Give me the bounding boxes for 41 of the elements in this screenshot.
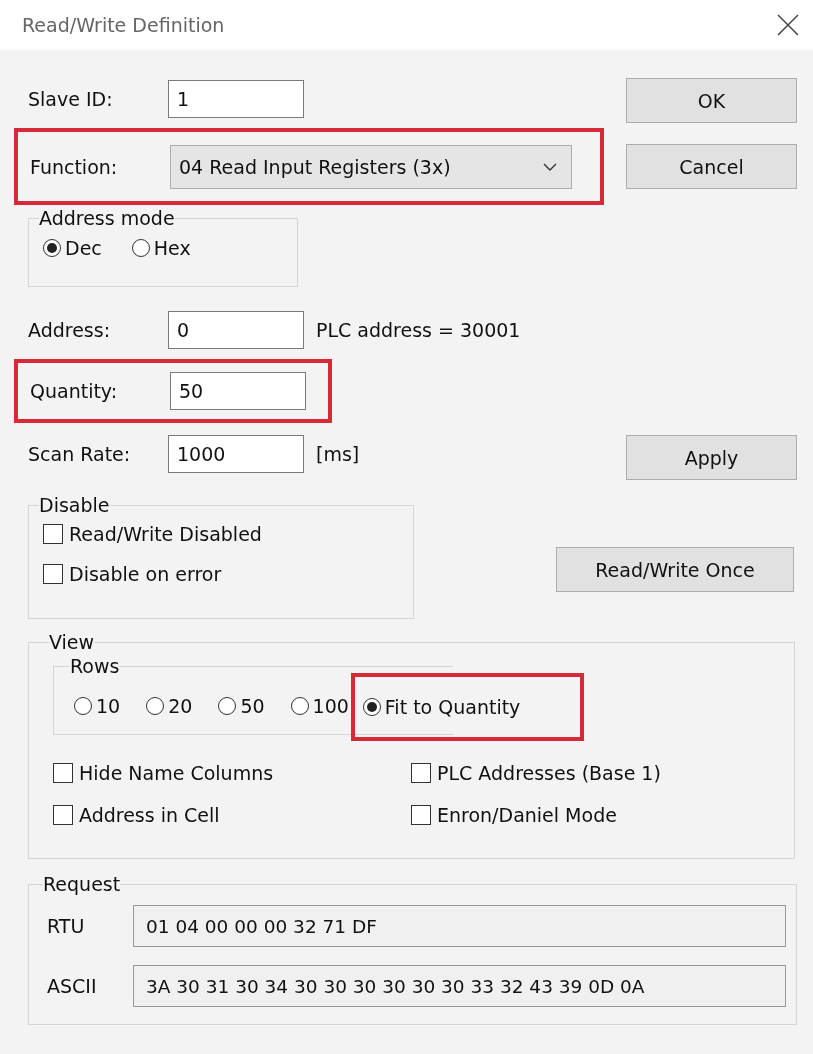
checkbox-option[interactable]: Read/Write Disabled	[43, 518, 399, 550]
function-dropdown[interactable]: 04 Read Input Registers (3x)	[170, 144, 572, 189]
scan-rate-field[interactable]: 1000	[168, 435, 304, 473]
address-field[interactable]: 0	[168, 311, 304, 349]
unit-label: [ms]	[316, 443, 360, 465]
request-field: 01 04 00 00 00 32 71 DF	[133, 905, 786, 947]
checkbox-option[interactable]: Hide Name Columns	[53, 757, 411, 789]
chevron-down-icon	[543, 162, 557, 171]
field-label: Quantity:	[30, 380, 119, 402]
radio-option[interactable]: Dec	[43, 237, 102, 259]
radio-option[interactable]: Fit to Quantity	[350, 673, 585, 741]
group-title: Address mode	[39, 207, 175, 229]
checkbox-option[interactable]: Address in Cell	[53, 799, 411, 831]
group-title: Request	[43, 873, 121, 895]
field-label: Slave ID:	[28, 88, 114, 110]
radio-option[interactable]: 100	[290, 695, 349, 717]
close-icon[interactable]	[777, 14, 799, 36]
window-title: Read/Write Definition	[22, 14, 225, 36]
checkbox-option[interactable]: Enron/Daniel Mode	[411, 799, 780, 831]
plc-address-note: PLC address = 30001	[316, 319, 521, 341]
field-label: RTU	[47, 915, 86, 937]
radio-option[interactable]: 10	[74, 695, 121, 717]
cancel-button[interactable]: Cancel	[626, 144, 797, 189]
group-title: Rows	[70, 655, 120, 677]
radio-option[interactable]: Hex	[131, 237, 191, 259]
field-label: Address:	[28, 319, 112, 341]
radio-option[interactable]: 50	[218, 695, 265, 717]
slave-id-field[interactable]: 1	[168, 80, 304, 118]
checkbox-option[interactable]: Disable on error	[43, 558, 399, 590]
read-write-once-button[interactable]: Read/Write Once	[556, 547, 794, 592]
request-field: 3A 30 31 30 34 30 30 30 30 30 30 33 32 43 39 0D 0A	[133, 965, 786, 1007]
field-label: Function:	[30, 155, 119, 178]
quantity-field[interactable]: 50	[170, 372, 306, 410]
radio-option[interactable]: 20	[146, 695, 193, 717]
checkbox-option[interactable]: PLC Addresses (Base 1)	[411, 757, 780, 789]
group-title: Disable	[39, 494, 110, 516]
apply-button[interactable]: Apply	[626, 435, 797, 480]
ok-button[interactable]: OK	[626, 78, 797, 123]
field-label: Scan Rate:	[28, 443, 132, 465]
field-label: ASCII	[47, 975, 98, 997]
group-title: View	[49, 631, 95, 653]
